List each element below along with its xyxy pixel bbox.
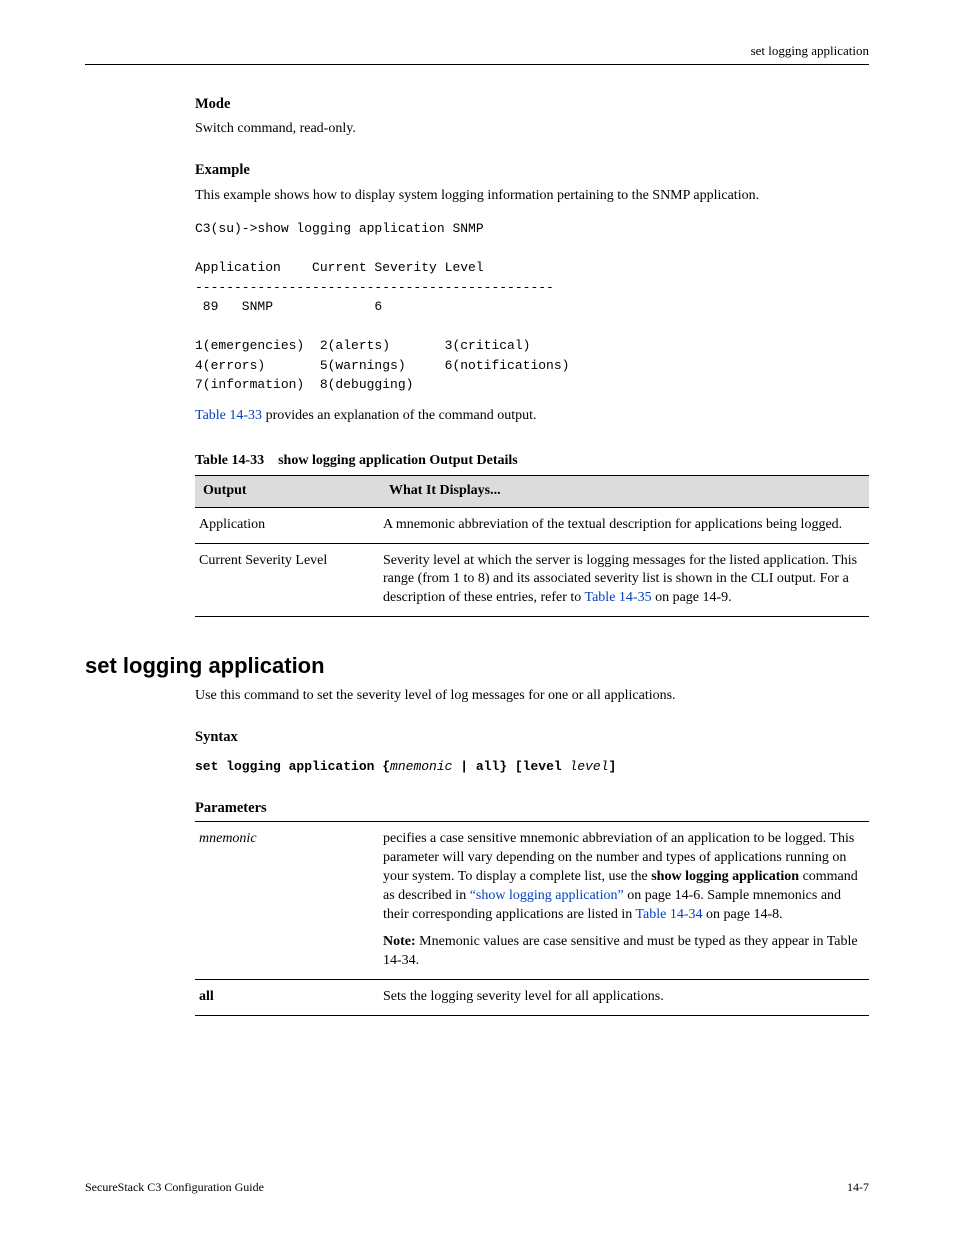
tbl33-r2c2-post: on page 14-9. bbox=[652, 590, 732, 605]
tbl33-head-c2: What It Displays... bbox=[381, 476, 869, 507]
syntax-line: set logging application {mnemonic | all}… bbox=[195, 757, 869, 777]
tbl33-r1c1: Application bbox=[195, 507, 379, 543]
header-rule bbox=[85, 64, 869, 65]
tbl33-head-c1: Output bbox=[195, 476, 381, 507]
example-post-text: provides an explanation of the command o… bbox=[262, 408, 537, 423]
show-logging-application-link[interactable]: “show logging application” bbox=[470, 888, 624, 903]
mode-heading: Mode bbox=[195, 95, 869, 115]
command-title: set logging application bbox=[85, 651, 869, 681]
table-14-33-caption: Table 14-33 show logging application Out… bbox=[195, 452, 869, 471]
example-post: Table 14-33 provides an explanation of t… bbox=[195, 407, 869, 426]
table-14-33-link[interactable]: Table 14-33 bbox=[195, 408, 262, 423]
mode-text: Switch command, read-only. bbox=[195, 120, 869, 139]
param-all-desc: Sets the logging severity level for all … bbox=[379, 979, 869, 1015]
example-code: C3(su)->show logging application SNMP Ap… bbox=[195, 219, 869, 395]
header-right: set logging application bbox=[85, 42, 869, 60]
tbl33-r2c2: Severity level at which the server is lo… bbox=[379, 543, 869, 617]
example-heading: Example bbox=[195, 161, 869, 181]
param-all-name: all bbox=[195, 979, 379, 1015]
param-mnemonic-desc: pecifies a case sensitive mnemonic abbre… bbox=[379, 822, 869, 979]
example-text: This example shows how to display system… bbox=[195, 187, 869, 206]
table-14-35-link[interactable]: Table 14-35 bbox=[585, 590, 652, 605]
footer-right: 14-7 bbox=[847, 1179, 869, 1195]
tbl33-r1c2: A mnemonic abbreviation of the textual d… bbox=[379, 507, 869, 543]
parameters-heading: Parameters bbox=[195, 799, 869, 819]
command-desc: Use this command to set the severity lev… bbox=[195, 687, 869, 706]
param-mnemonic-name: mnemonic bbox=[195, 822, 379, 979]
table-14-34-link[interactable]: Table 14-34 bbox=[635, 907, 702, 922]
syntax-heading: Syntax bbox=[195, 728, 869, 748]
tbl33-r2c1: Current Severity Level bbox=[195, 543, 379, 617]
table-14-33: Output What It Displays... Application A… bbox=[195, 475, 869, 617]
parameters-table: mnemonic pecifies a case sensitive mnemo… bbox=[195, 821, 869, 1015]
footer-left: SecureStack C3 Configuration Guide bbox=[85, 1179, 264, 1195]
